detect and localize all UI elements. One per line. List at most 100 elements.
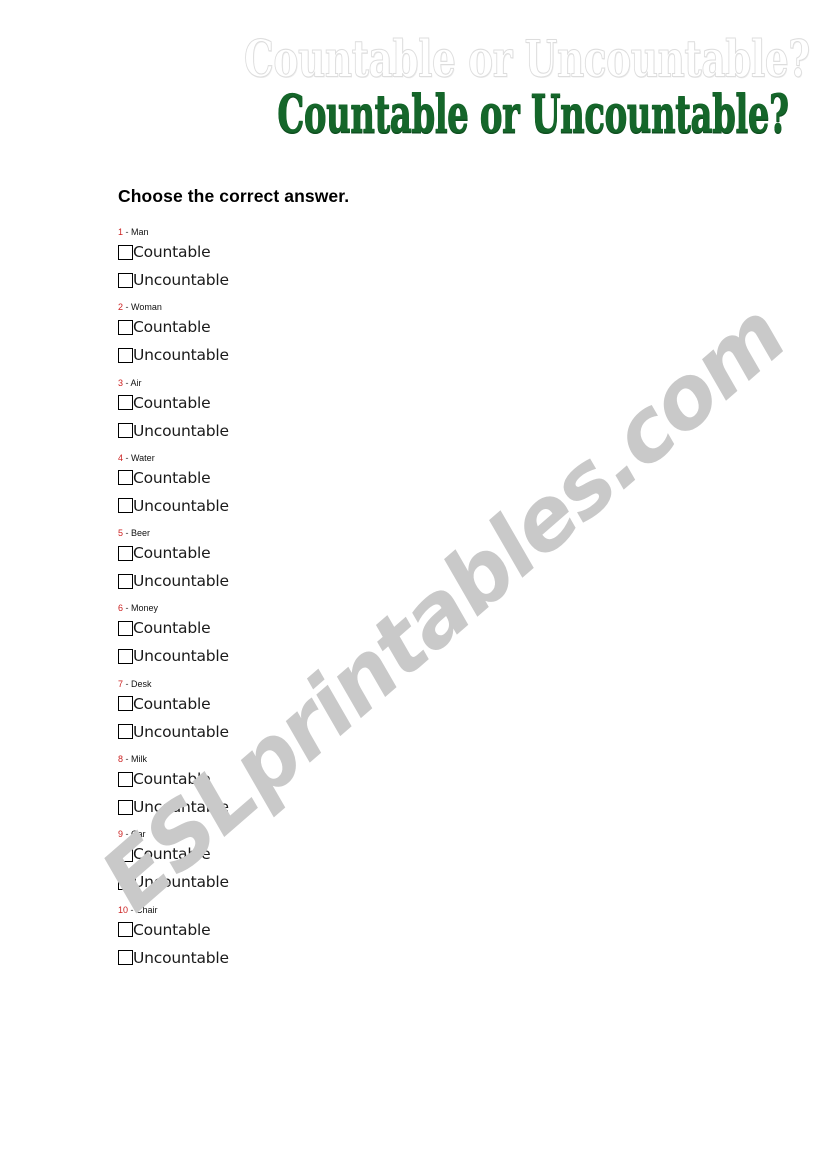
question-label: 9 - Car (118, 828, 538, 840)
option-label: Uncountable (133, 873, 229, 892)
option-label: Uncountable (133, 722, 229, 741)
option-label: Uncountable (133, 421, 229, 440)
checkbox-icon[interactable] (118, 799, 133, 815)
question-separator: - (123, 603, 132, 614)
option-row[interactable]: Uncountable (118, 646, 538, 666)
option-row[interactable]: Countable (118, 317, 538, 337)
option-label: Uncountable (133, 346, 229, 365)
option-label: Uncountable (133, 271, 229, 289)
option-row[interactable]: Uncountable (118, 797, 538, 817)
option-row[interactable]: Countable (118, 543, 538, 563)
question-block: 8 - Milk Countable Uncountable (118, 753, 538, 817)
question-word: Desk (131, 678, 152, 689)
option-row[interactable]: Countable (118, 694, 538, 714)
option-label: Countable (133, 920, 211, 939)
option-row[interactable]: Countable (118, 468, 538, 488)
question-separator: - (123, 754, 132, 765)
question-word: Woman (131, 302, 162, 313)
checkbox-icon[interactable] (118, 874, 133, 890)
question-label: 10 - Chair (118, 904, 538, 916)
question-block: 1 - Man Countable Uncountable (118, 226, 538, 290)
worksheet-page: Countable or Uncountable? Countable or U… (0, 0, 821, 1169)
option-row[interactable]: Countable (118, 393, 538, 413)
checkbox-icon[interactable] (118, 244, 133, 260)
page-title: Countable or Uncountable? (277, 84, 789, 146)
question-word: Beer (131, 528, 151, 539)
question-label: 1 - Man (118, 226, 538, 238)
question-word: Money (131, 603, 159, 614)
question-block: 10 - Chair Countable Uncountable (118, 904, 538, 968)
question-label: 2 - Woman (118, 301, 538, 313)
option-row[interactable]: Countable (118, 769, 538, 789)
option-row[interactable]: Uncountable (118, 722, 538, 742)
option-row[interactable]: Countable (118, 920, 538, 940)
checkbox-icon[interactable] (118, 347, 133, 363)
title-banner: Countable or Uncountable? Countable or U… (0, 0, 821, 160)
option-label: Countable (133, 845, 211, 864)
checkbox-icon[interactable] (118, 620, 133, 636)
question-label: 5 - Beer (118, 527, 538, 539)
question-block: 4 - Water Countable Uncountable (118, 452, 538, 516)
question-label: 4 - Water (118, 452, 538, 464)
option-row[interactable]: Uncountable (118, 872, 538, 892)
checkbox-icon[interactable] (118, 771, 133, 787)
title-ghost-text: Countable or Uncountable? (244, 29, 811, 90)
option-label: Countable (133, 468, 211, 487)
option-label: Countable (133, 619, 211, 638)
instruction-text: Choose the correct answer. (118, 186, 350, 206)
question-word: Chair (136, 904, 158, 915)
question-block: 2 - Woman Countable Uncountable (118, 301, 538, 365)
option-label: Uncountable (133, 948, 229, 967)
option-row[interactable]: Countable (118, 618, 538, 638)
checkbox-icon[interactable] (118, 922, 133, 938)
option-label: Uncountable (133, 496, 229, 515)
option-row[interactable]: Countable (118, 844, 538, 864)
question-block: 6 - Money Countable Uncountable (118, 602, 538, 666)
question-separator: - (123, 528, 132, 539)
option-label: Countable (133, 393, 211, 412)
checkbox-icon[interactable] (118, 648, 133, 664)
option-label: Countable (133, 544, 211, 563)
question-list: 1 - Man Countable Uncountable 2 - Woman Coun… (118, 226, 538, 979)
question-separator: - (123, 452, 132, 463)
question-label: 7 - Desk (118, 678, 538, 690)
option-row[interactable]: Uncountable (118, 571, 538, 591)
checkbox-icon[interactable] (118, 573, 133, 589)
question-word: Milk (131, 754, 148, 765)
checkbox-icon[interactable] (118, 696, 133, 712)
option-label: Uncountable (133, 798, 229, 817)
question-separator: - (123, 377, 131, 388)
question-label: 8 - Milk (118, 753, 538, 765)
question-separator: - (123, 829, 132, 840)
question-label: 6 - Money (118, 602, 538, 614)
checkbox-icon[interactable] (118, 272, 133, 288)
option-row[interactable]: Uncountable (118, 948, 538, 968)
question-word: Man (131, 227, 149, 237)
checkbox-icon[interactable] (118, 724, 133, 740)
question-number: 10 (118, 904, 129, 915)
checkbox-icon[interactable] (118, 395, 133, 411)
question-separator: - (123, 227, 132, 237)
question-separator: - (123, 678, 132, 689)
option-row[interactable]: Uncountable (118, 421, 538, 441)
option-row[interactable]: Uncountable (118, 345, 538, 365)
option-label: Countable (133, 770, 211, 789)
option-label: Uncountable (133, 572, 229, 591)
checkbox-icon[interactable] (118, 950, 133, 966)
checkbox-icon[interactable] (118, 498, 133, 514)
option-row[interactable]: Uncountable (118, 496, 538, 516)
question-separator: - (123, 302, 132, 313)
checkbox-icon[interactable] (118, 470, 133, 486)
checkbox-icon[interactable] (118, 545, 133, 561)
checkbox-icon[interactable] (118, 846, 133, 862)
question-block: 9 - Car Countable Uncountable (118, 828, 538, 892)
question-block: 5 - Beer Countable Uncountable (118, 527, 538, 591)
question-label: 3 - Air (118, 377, 538, 389)
checkbox-icon[interactable] (118, 423, 133, 439)
option-row[interactable]: Uncountable (118, 270, 538, 290)
checkbox-icon[interactable] (118, 319, 133, 335)
option-label: Uncountable (133, 647, 229, 666)
option-row[interactable]: Countable (118, 242, 538, 262)
option-label: Countable (133, 694, 211, 713)
question-separator: - (128, 904, 137, 915)
